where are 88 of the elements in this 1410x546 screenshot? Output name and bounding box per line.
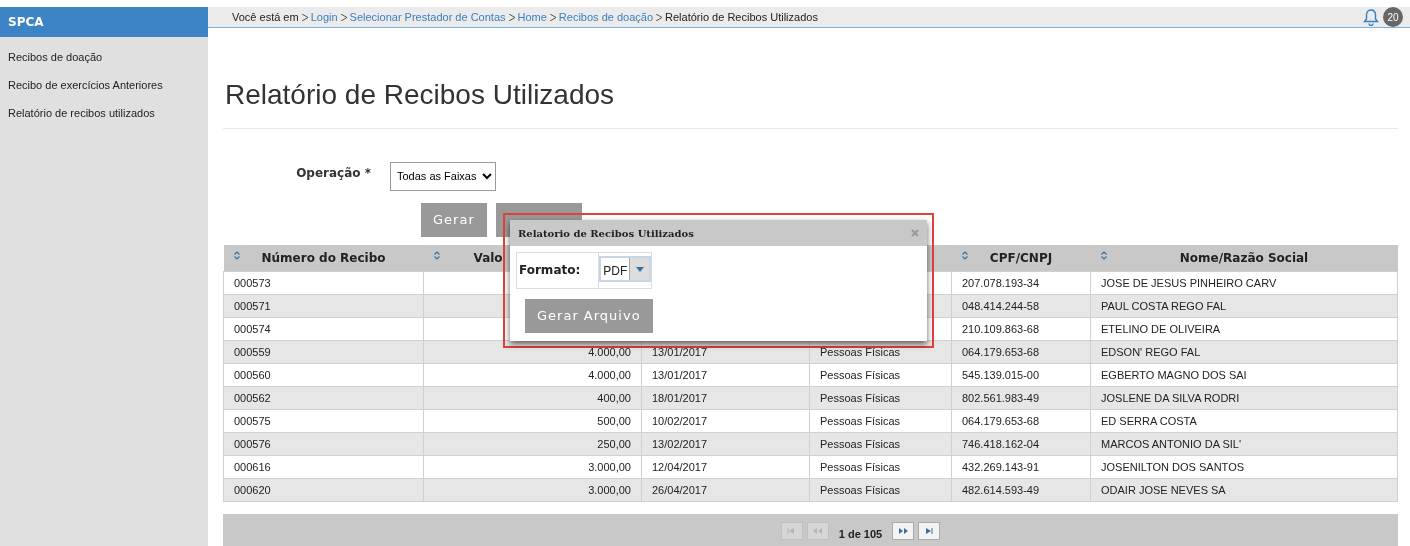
- table-cell: 000562: [223, 386, 424, 410]
- table-cell: Pessoas Físicas: [809, 455, 952, 479]
- table-cell: JOSENILTON DOS SANTOS: [1090, 455, 1398, 479]
- table-cell: ODAIR JOSE NEVES SA: [1090, 478, 1398, 502]
- table-cell: 4.000,00: [423, 363, 642, 387]
- table-cell: 210.109.863-68: [951, 317, 1091, 341]
- table-cell: 000620: [223, 478, 424, 502]
- table-cell: 3.000,00: [423, 455, 642, 479]
- sidebar-item[interactable]: Relatório de recibos utilizados: [0, 99, 208, 127]
- table-cell: EGBERTO MAGNO DOS SAI: [1090, 363, 1398, 387]
- page-title: Relatório de Recibos Utilizados: [225, 78, 616, 112]
- table-cell: 802.561.983-49: [951, 386, 1091, 410]
- table-cell: 746.418.162-04: [951, 432, 1091, 456]
- table-cell: 000574: [223, 317, 424, 341]
- table-cell: 482.614.593-49: [951, 478, 1091, 502]
- table-cell: 207.078.193-34: [951, 271, 1091, 295]
- generate-file-button[interactable]: Gerar Arquivo: [525, 299, 653, 333]
- table-cell: PAUL COSTA REGO FAL: [1090, 294, 1398, 318]
- table-cell: 000571: [223, 294, 424, 318]
- next-page-icon: [897, 527, 909, 536]
- last-page-icon: [923, 527, 935, 536]
- column-header: CPF/CNPJ: [951, 244, 1091, 272]
- table-cell: 000575: [223, 409, 424, 433]
- table-cell: JOSLENE DA SILVA RODRI: [1090, 386, 1398, 410]
- breadcrumb-link[interactable]: Selecionar Prestador de Contas: [349, 8, 506, 26]
- table-cell: 500,00: [423, 409, 642, 433]
- notification-count: 20: [1383, 7, 1403, 27]
- chevron-icon: [508, 14, 515, 22]
- table-cell: Pessoas Físicas: [809, 409, 952, 433]
- chevron-icon: [301, 14, 308, 22]
- table-cell: 13/01/2017: [641, 363, 810, 387]
- table-cell: EDSON' REGO FAL: [1090, 340, 1398, 364]
- sort-icon[interactable]: [433, 250, 440, 260]
- table-cell: 432.269.143-91: [951, 455, 1091, 479]
- breadcrumb-link[interactable]: Home: [517, 8, 547, 26]
- table-cell: 000560: [223, 363, 424, 387]
- table-cell: Pessoas Físicas: [809, 363, 952, 387]
- pager-button[interactable]: [892, 522, 915, 541]
- sort-icon[interactable]: [961, 250, 968, 260]
- table-cell: 048.414.244-58: [951, 294, 1091, 318]
- table-cell: 000559: [223, 340, 424, 364]
- table-cell: ED SERRA COSTA: [1090, 409, 1398, 433]
- sidebar-item[interactable]: Recibos de doação: [0, 43, 208, 71]
- sort-icon[interactable]: [1100, 250, 1107, 260]
- caret-icon: [635, 266, 644, 272]
- page-indicator: 1 de 105: [838, 526, 883, 542]
- table-cell: Pessoas Físicas: [809, 432, 952, 456]
- table-cell: 18/01/2017: [641, 386, 810, 410]
- breadcrumb-link[interactable]: Recibos de doação: [558, 8, 654, 26]
- sort-icon[interactable]: [233, 250, 240, 260]
- breadcrumb-text: Você está em: [232, 9, 299, 25]
- table-cell: MARCOS ANTONIO DA SIL': [1090, 432, 1398, 456]
- close-icon[interactable]: [911, 229, 919, 237]
- breadcrumb-link[interactable]: Login: [310, 8, 338, 26]
- chevron-icon: [656, 14, 663, 22]
- chevron-icon: [549, 14, 556, 22]
- table-cell: 12/04/2017: [641, 455, 810, 479]
- table-cell: JOSE DE JESUS PINHEIRO CARV: [1090, 271, 1398, 295]
- table-cell: 064.179.653-68: [951, 340, 1091, 364]
- format-select[interactable]: PDF: [599, 256, 652, 282]
- table-cell: Pessoas Físicas: [809, 386, 952, 410]
- table-cell: 000576: [223, 432, 424, 456]
- table-cell: 3.000,00: [423, 478, 642, 502]
- table-cell: Pessoas Físicas: [809, 478, 952, 502]
- table-cell: 400,00: [423, 386, 642, 410]
- table-cell: 545.139.015-00: [951, 363, 1091, 387]
- table-cell: 000616: [223, 455, 424, 479]
- table-cell: 10/02/2017: [641, 409, 810, 433]
- table-cell: ETELINO DE OLIVEIRA: [1090, 317, 1398, 341]
- pager-button[interactable]: [918, 522, 941, 541]
- chevron-icon: [340, 14, 347, 22]
- table-cell: 250,00: [423, 432, 642, 456]
- dialog-title: Relatorio de Recibos Utilizados: [518, 226, 694, 241]
- table-cell: 064.179.653-68: [951, 409, 1091, 433]
- column-header: Número do Recibo: [223, 244, 424, 272]
- prev-page-icon: [812, 527, 824, 536]
- format-label: Formato:: [517, 253, 600, 288]
- bell-icon[interactable]: [1363, 8, 1379, 26]
- sidebar-item[interactable]: Recibo de exercícios Anteriores: [0, 71, 208, 99]
- generate-button[interactable]: Gerar: [421, 202, 487, 237]
- breadcrumb-text: Relatório de Recibos Utilizados: [665, 9, 818, 25]
- operation-select[interactable]: Todas as Faixas: [390, 161, 496, 191]
- field-label: Operação *: [295, 164, 372, 182]
- table-cell: 000573: [223, 271, 424, 295]
- column-header: Nome/Razão Social: [1090, 244, 1398, 272]
- table-cell: 13/02/2017: [641, 432, 810, 456]
- app-brand: SPCA: [0, 7, 208, 37]
- table-cell: 26/04/2017: [641, 478, 810, 502]
